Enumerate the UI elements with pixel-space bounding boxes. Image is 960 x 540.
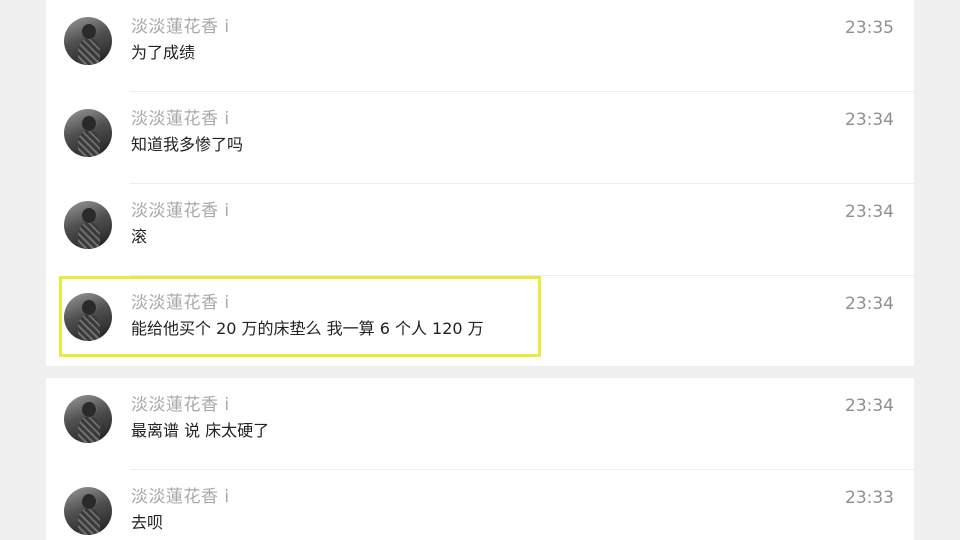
message-text: 为了成绩 bbox=[131, 43, 196, 62]
avatar[interactable] bbox=[64, 487, 112, 535]
message-time: 23:33 bbox=[845, 488, 894, 508]
message-text: 最离谱 说 床太硬了 bbox=[131, 421, 270, 440]
avatar[interactable] bbox=[64, 17, 112, 65]
message-time: 23:35 bbox=[845, 18, 894, 38]
message-row[interactable]: 淡淡蓮花香 i 最离谱 说 床太硬了 23:34 bbox=[46, 378, 914, 470]
message-text: 知道我多惨了吗 bbox=[131, 135, 244, 154]
sender-name: 淡淡蓮花香 i bbox=[131, 395, 230, 415]
message-time: 23:34 bbox=[845, 294, 894, 314]
avatar[interactable] bbox=[64, 395, 112, 443]
message-row[interactable]: 淡淡蓮花香 i 能给他买个 20 万的床垫么 我一算 6 个人 120 万 23… bbox=[46, 276, 914, 368]
message-text: 滚 bbox=[131, 227, 148, 246]
sender-name: 淡淡蓮花香 i bbox=[131, 487, 230, 507]
screenshot-frame: 淡淡蓮花香 i 为了成绩 23:35 淡淡蓮花香 i 知道我多惨了吗 23:34… bbox=[0, 0, 960, 540]
message-row[interactable]: 淡淡蓮花香 i 滚 23:34 bbox=[46, 184, 914, 276]
avatar[interactable] bbox=[64, 109, 112, 157]
message-row[interactable]: 淡淡蓮花香 i 知道我多惨了吗 23:34 bbox=[46, 92, 914, 184]
sender-name: 淡淡蓮花香 i bbox=[131, 201, 230, 221]
message-time: 23:34 bbox=[845, 110, 894, 130]
sender-name: 淡淡蓮花香 i bbox=[131, 109, 230, 129]
message-text: 能给他买个 20 万的床垫么 我一算 6 个人 120 万 bbox=[131, 319, 484, 338]
avatar[interactable] bbox=[64, 201, 112, 249]
message-text: 去呗 bbox=[131, 513, 164, 532]
message-time: 23:34 bbox=[845, 396, 894, 416]
message-time: 23:34 bbox=[845, 202, 894, 222]
message-row[interactable]: 淡淡蓮花香 i 去呗 23:33 bbox=[46, 470, 914, 540]
sender-name: 淡淡蓮花香 i bbox=[131, 17, 230, 37]
avatar[interactable] bbox=[64, 293, 112, 341]
message-row[interactable]: 淡淡蓮花香 i 为了成绩 23:35 bbox=[46, 0, 914, 92]
sender-name: 淡淡蓮花香 i bbox=[131, 293, 230, 313]
